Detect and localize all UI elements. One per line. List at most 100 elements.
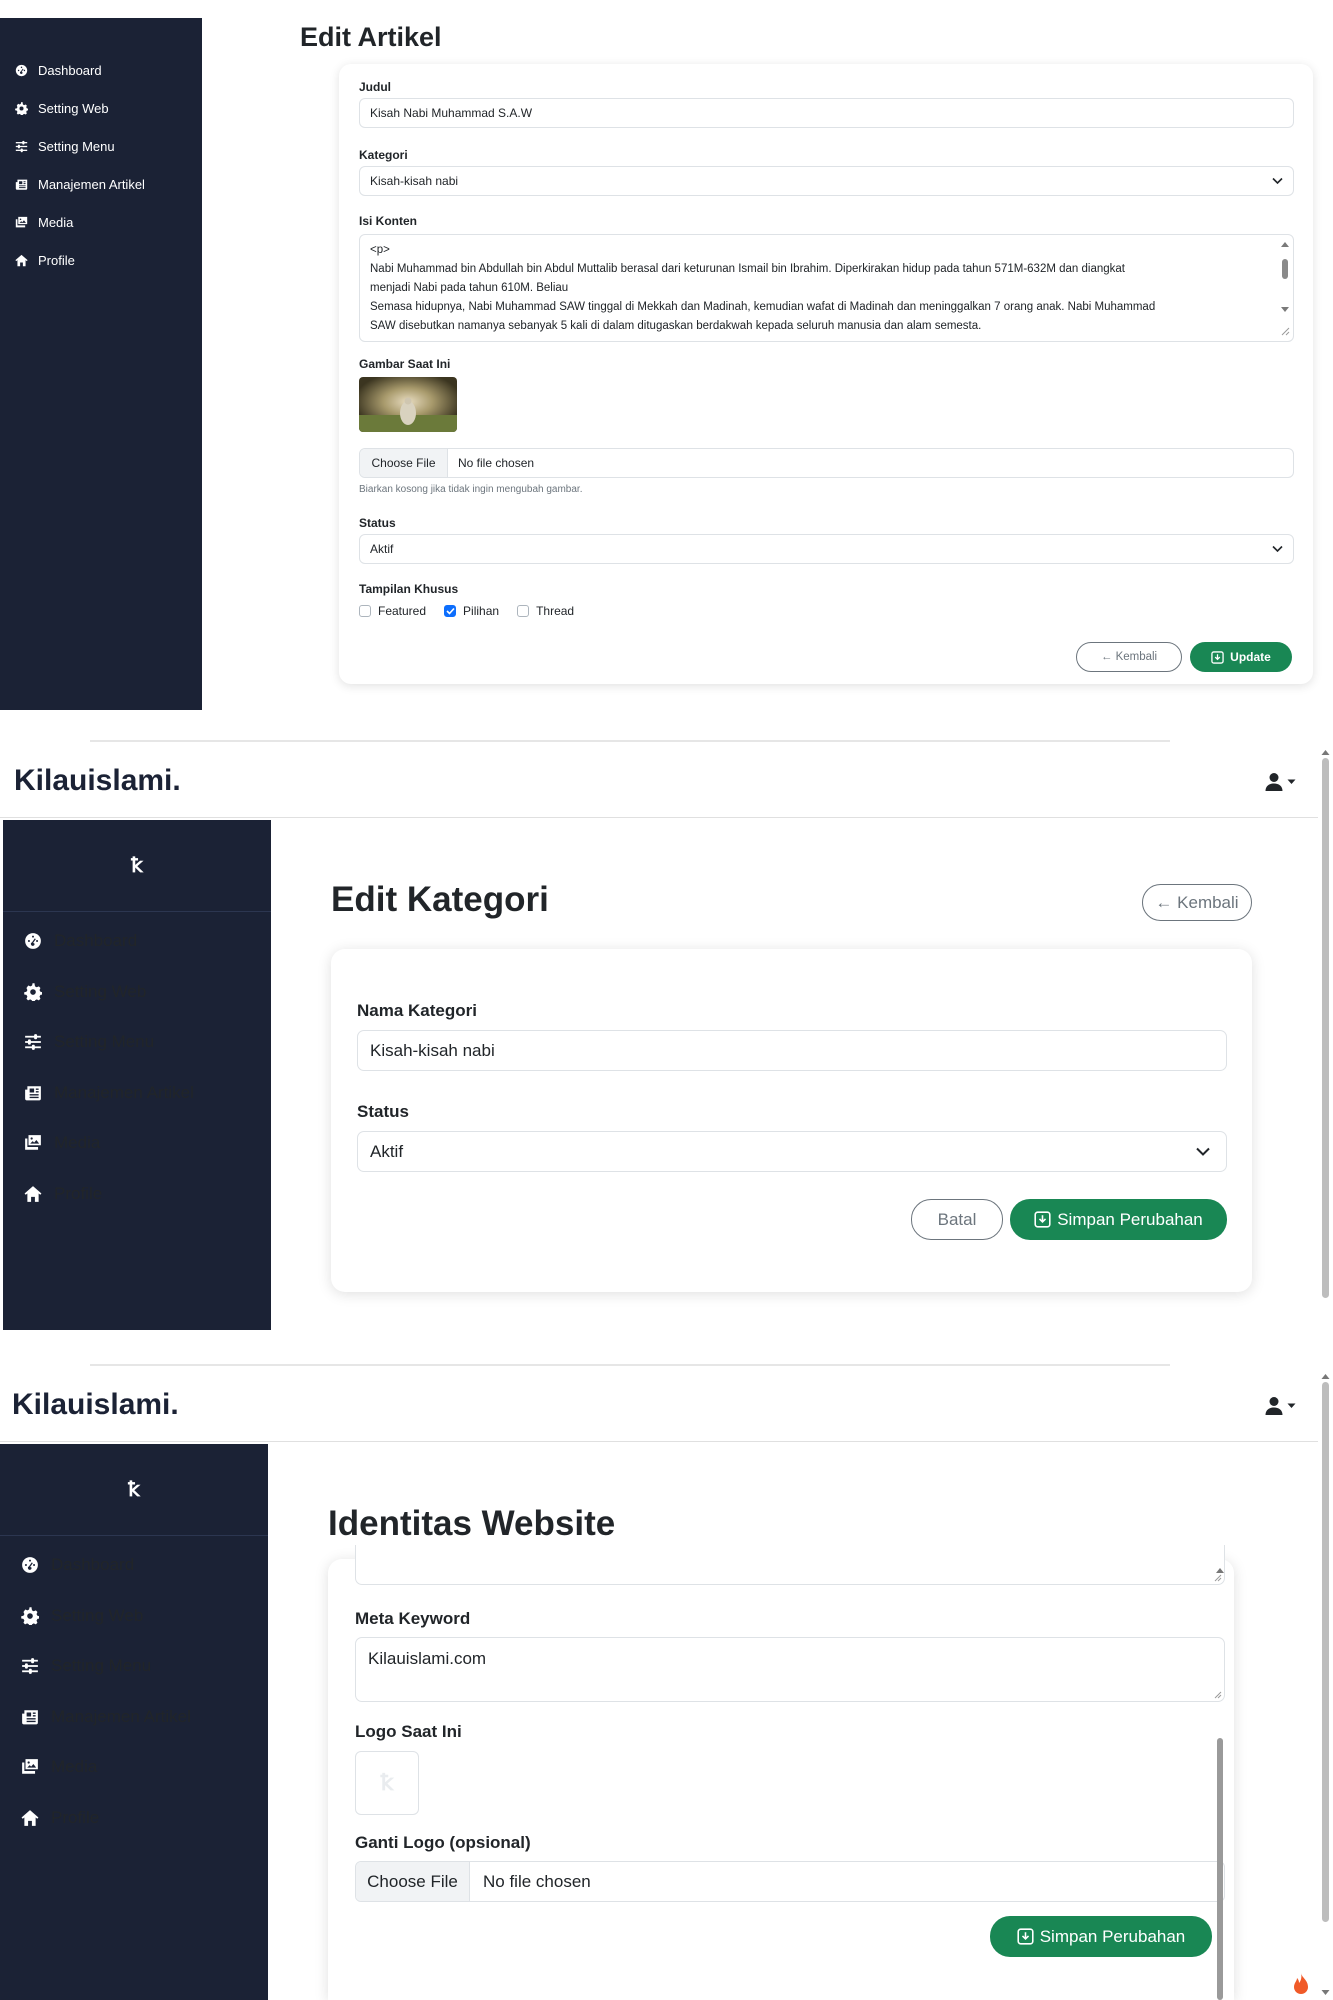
sidebar-logo[interactable]: ꝁ bbox=[0, 1444, 268, 1536]
flame-icon[interactable] bbox=[1291, 1972, 1311, 1996]
scroll-up-icon[interactable] bbox=[1318, 747, 1333, 757]
checkbox-box[interactable] bbox=[359, 605, 371, 617]
brand-logo[interactable]: Kilauislami. bbox=[14, 764, 181, 798]
textarea-scrollbar[interactable] bbox=[1279, 239, 1291, 337]
checkbox-pilihan[interactable]: Pilihan bbox=[444, 604, 499, 618]
save-icon bbox=[1211, 650, 1224, 664]
page-scrollbar[interactable] bbox=[1318, 1368, 1333, 2000]
sidebar-item-label: Setting Web bbox=[51, 1605, 144, 1625]
konten-line: <p> bbox=[370, 244, 390, 256]
simpan-perubahan-button[interactable]: Simpan Perubahan bbox=[990, 1916, 1212, 1957]
sidebar-item-profile[interactable]: Profile bbox=[0, 1793, 268, 1844]
choose-file-button[interactable]: Choose File bbox=[356, 1862, 470, 1901]
nama-kategori-input[interactable]: Kisah-kisah nabi bbox=[357, 1030, 1227, 1071]
sidebar-item-setting-web[interactable]: Setting Web bbox=[0, 1591, 268, 1642]
sidebar: ꝁ Dashboard Setting Web Setting Menu Manaje… bbox=[0, 1444, 268, 2000]
card-scrollbar[interactable] bbox=[1214, 1563, 1226, 2000]
konten-textarea[interactable]: <p> Nabi Muhammad bin Abdullah bin Abdul… bbox=[359, 234, 1294, 342]
file-status: No file chosen bbox=[483, 1871, 591, 1891]
sidebar-item-media[interactable]: Media bbox=[0, 1742, 268, 1793]
kategori-value: Kisah-kisah nabi bbox=[370, 174, 459, 188]
logo-file-input[interactable]: Choose File No file chosen bbox=[355, 1861, 1225, 1902]
sidebar-item-dashboard[interactable]: Dashboard bbox=[3, 916, 271, 967]
home-icon bbox=[23, 1184, 43, 1204]
checkbox-thread[interactable]: Thread bbox=[517, 604, 574, 618]
konten-line: Nabi Muhammad bin Abdullah bin Abdul Mut… bbox=[370, 263, 1125, 275]
meta-keyword-value: Kilauislami.com bbox=[368, 1649, 487, 1668]
logo-label: Logo Saat Ini bbox=[355, 1722, 462, 1741]
check-icon bbox=[445, 607, 455, 615]
simpan-label: Simpan Perubahan bbox=[1039, 1926, 1186, 1946]
gear-icon bbox=[14, 101, 28, 115]
home-icon bbox=[14, 253, 28, 267]
identitas-website-panel: Kilauislami. ꝁ Dashboard Setting Web Setti… bbox=[0, 1368, 1333, 2000]
dashboard-icon bbox=[14, 63, 28, 77]
judul-label: Judul bbox=[359, 80, 391, 94]
status-select[interactable]: Aktif bbox=[357, 1131, 1227, 1172]
sidebar-item-setting-web[interactable]: Setting Web bbox=[3, 967, 271, 1018]
sliders-icon bbox=[14, 139, 28, 153]
brand-logo[interactable]: Kilauislami. bbox=[12, 1388, 179, 1422]
previous-textarea[interactable] bbox=[355, 1545, 1225, 1585]
page-scrollbar[interactable] bbox=[1318, 744, 1333, 1330]
sidebar-item-dashboard[interactable]: Dashboard bbox=[0, 1540, 268, 1591]
sidebar-item-manajemen-artikel[interactable]: Manajemen Artikel bbox=[0, 1692, 268, 1743]
sidebar-item-media[interactable]: Media bbox=[0, 203, 202, 241]
update-button[interactable]: Update bbox=[1190, 642, 1292, 672]
sidebar-item-setting-menu[interactable]: Setting Menu bbox=[0, 127, 202, 165]
kategori-label: Kategori bbox=[359, 148, 408, 162]
checkbox-label: Featured bbox=[378, 604, 427, 618]
user-menu[interactable] bbox=[1265, 772, 1296, 792]
sidebar-item-manajemen-artikel[interactable]: Manajemen Artikel bbox=[3, 1068, 271, 1119]
scrollbar-thumb[interactable] bbox=[1322, 758, 1329, 1298]
batal-button[interactable]: Batal bbox=[911, 1199, 1003, 1240]
sidebar-item-label: Media bbox=[38, 214, 74, 230]
sidebar-item-label: Dashboard bbox=[38, 62, 102, 78]
kategori-select[interactable]: Kisah-kisah nabi bbox=[359, 166, 1294, 196]
edit-kategori-card: Nama Kategori Kisah-kisah nabi Status Ak… bbox=[331, 949, 1252, 1292]
kembali-button[interactable]: ← Kembali bbox=[1076, 642, 1182, 672]
caret-down-icon bbox=[1287, 1403, 1296, 1408]
edit-kategori-panel: Kilauislami. ꝁ Dashboard Setting Web Setti… bbox=[0, 744, 1333, 1330]
status-select[interactable]: Aktif bbox=[359, 534, 1294, 564]
checkbox-featured[interactable]: Featured bbox=[359, 604, 426, 618]
status-value: Aktif bbox=[370, 1141, 404, 1161]
sidebar-item-label: Manajemen Artikel bbox=[51, 1706, 191, 1726]
sidebar-item-setting-menu[interactable]: Setting Menu bbox=[3, 1017, 271, 1068]
user-icon bbox=[1265, 1397, 1283, 1415]
choose-file-button[interactable]: Choose File bbox=[360, 449, 448, 477]
sidebar-item-setting-menu[interactable]: Setting Menu bbox=[0, 1641, 268, 1692]
sidebar-item-profile[interactable]: Profile bbox=[3, 1169, 271, 1220]
divider bbox=[90, 1364, 1170, 1366]
konten-line: Semasa hidupnya, Nabi Muhammad SAW tingg… bbox=[370, 301, 1156, 313]
status-label: Status bbox=[357, 1102, 409, 1121]
user-menu[interactable] bbox=[1265, 1396, 1296, 1416]
scrollbar-thumb[interactable] bbox=[1322, 1382, 1329, 1922]
sidebar-item-dashboard[interactable]: Dashboard bbox=[0, 51, 202, 89]
dashboard-icon bbox=[23, 931, 43, 951]
kembali-button[interactable]: ← Kembali bbox=[1142, 884, 1252, 921]
sidebar-item-label: Setting Menu bbox=[38, 138, 115, 154]
checkbox-box-checked[interactable] bbox=[444, 605, 457, 617]
judul-value: Kisah Nabi Muhammad S.A.W bbox=[370, 106, 533, 120]
dashboard-icon bbox=[20, 1555, 40, 1575]
chevron-down-icon bbox=[1272, 545, 1283, 553]
judul-input[interactable]: Kisah Nabi Muhammad S.A.W bbox=[359, 98, 1294, 128]
sidebar-item-manajemen-artikel[interactable]: Manajemen Artikel bbox=[0, 165, 202, 203]
gambar-label: Gambar Saat Ini bbox=[359, 357, 451, 371]
sidebar-item-setting-web[interactable]: Setting Web bbox=[0, 89, 202, 127]
meta-keyword-textarea[interactable]: Kilauislami.com bbox=[355, 1637, 1225, 1702]
simpan-perubahan-button[interactable]: Simpan Perubahan bbox=[1010, 1199, 1227, 1240]
image-file-input[interactable]: Choose File No file chosen bbox=[359, 448, 1294, 478]
top-navbar: Kilauislami. bbox=[0, 744, 1318, 818]
divider bbox=[90, 740, 1170, 742]
sidebar-item-profile[interactable]: Profile bbox=[0, 241, 202, 279]
sidebar-logo[interactable]: ꝁ bbox=[3, 820, 271, 912]
identitas-card: Meta Keyword Kilauislami.com Logo Saat I… bbox=[328, 1545, 1234, 2000]
checkbox-box[interactable] bbox=[517, 605, 530, 617]
page-title: Identitas Website bbox=[328, 1504, 616, 1543]
status-value: Aktif bbox=[370, 542, 394, 556]
scroll-down-icon[interactable] bbox=[1318, 1988, 1333, 1998]
sidebar-item-media[interactable]: Media bbox=[3, 1118, 271, 1169]
scroll-up-icon[interactable] bbox=[1318, 1371, 1333, 1381]
